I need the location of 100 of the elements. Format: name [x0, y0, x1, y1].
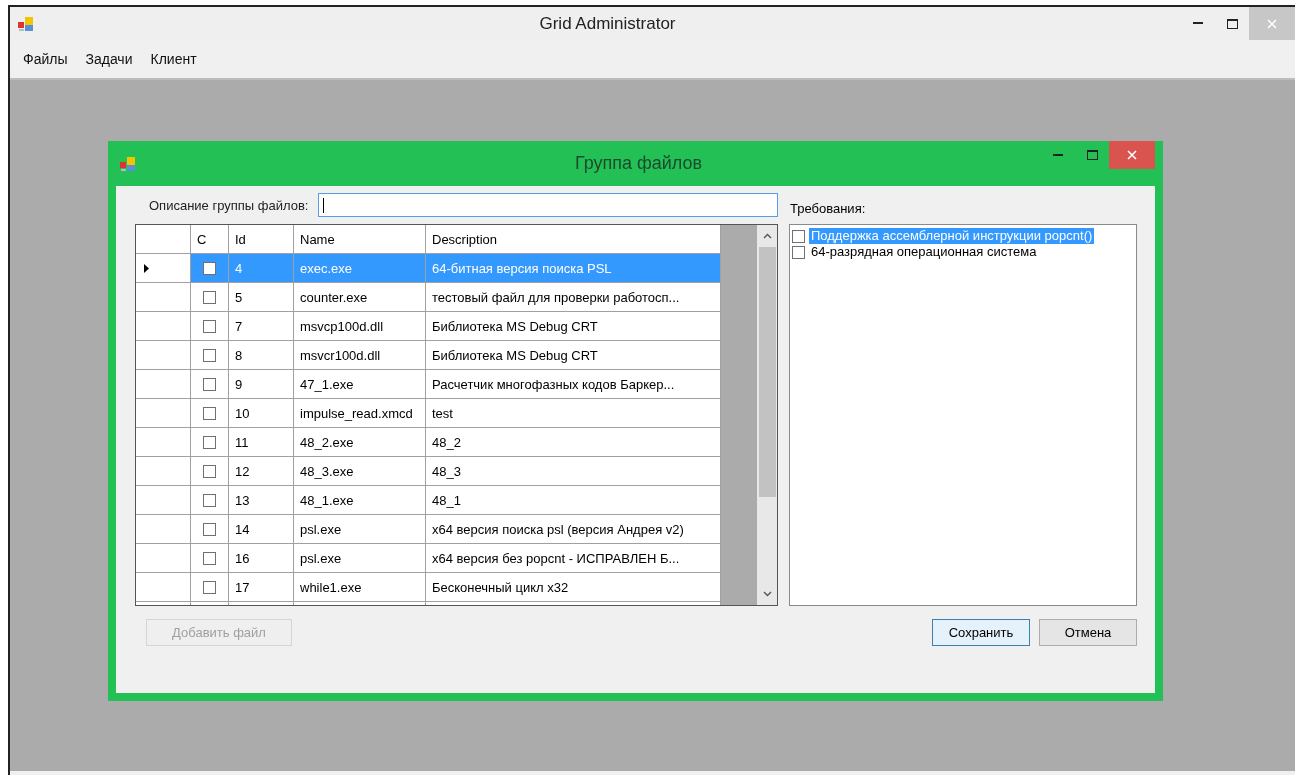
table-cell: x64 версия поиска psl (версия Андрея v2)	[426, 515, 721, 544]
field-label: Описание группы файлов:	[149, 197, 309, 213]
checkbox[interactable]	[203, 406, 216, 420]
table-cell: 12	[229, 457, 294, 486]
checkbox[interactable]	[203, 580, 216, 594]
table-cell: 5	[229, 283, 294, 312]
row-header[interactable]	[136, 457, 191, 486]
table-cell: 16	[229, 544, 294, 573]
list-item[interactable]: 64-разрядная операционная система	[809, 244, 1039, 260]
table-cell: 13	[229, 486, 294, 515]
table-cell: Библиотека MS Debug CRT	[426, 312, 721, 341]
table-cell: impulse_read.xmcd	[294, 399, 426, 428]
table-cell: test	[426, 399, 721, 428]
table-cell: 14	[229, 515, 294, 544]
table-cell: тестовый файл для проверки работосп...	[426, 283, 721, 312]
checkbox[interactable]	[792, 245, 805, 259]
table-row[interactable]: 10 impulse_read.xmcd test	[136, 399, 721, 428]
table-cell: x64 версия без popcnt - ИСПРАВЛЕН Б...	[426, 544, 721, 573]
table-cell: 10	[229, 399, 294, 428]
checkbox[interactable]	[203, 261, 216, 275]
checkbox[interactable]	[203, 377, 216, 391]
table-cell: 48_2.exe	[294, 428, 426, 457]
checkbox[interactable]	[203, 522, 216, 536]
scroll-up-icon[interactable]	[763, 233, 772, 239]
column-header[interactable]: Description	[426, 225, 721, 254]
minimize-icon	[1053, 153, 1063, 157]
column-header[interactable]: C	[191, 225, 229, 254]
row-header[interactable]	[136, 312, 191, 341]
table-cell: psl.exe	[294, 544, 426, 573]
checkbox[interactable]	[203, 290, 216, 304]
table-row[interactable]: 12 48_3.exe 48_3	[136, 457, 721, 486]
row-header[interactable]	[136, 486, 191, 515]
table-cell: 11	[229, 428, 294, 457]
minimize-icon	[1193, 22, 1203, 25]
table-cell: 47_1.exe	[294, 370, 426, 399]
checkbox[interactable]	[792, 229, 805, 243]
checkbox[interactable]	[203, 551, 216, 565]
table-cell: Библиотека MS Debug CRT	[426, 341, 721, 370]
checkbox[interactable]	[203, 348, 216, 362]
table-cell: 8	[229, 341, 294, 370]
checkbox[interactable]	[203, 493, 216, 507]
dialog-button[interactable]: Сохранить	[932, 619, 1030, 646]
checkbox[interactable]	[203, 464, 216, 478]
table-row[interactable]: 8 msvcr100d.dll Библиотека MS Debug CRT	[136, 341, 721, 370]
table-cell: 9	[229, 370, 294, 399]
table-cell: 17	[229, 573, 294, 602]
table-cell: Расчетчик многофазных кодов Баркер...	[426, 370, 721, 399]
table-row[interactable]: 11 48_2.exe 48_2	[136, 428, 721, 457]
checkbox[interactable]	[203, 319, 216, 333]
table-cell: 48_3.exe	[294, 457, 426, 486]
row-header[interactable]	[136, 283, 191, 312]
table-cell: 48_1	[426, 486, 721, 515]
row-header[interactable]	[136, 428, 191, 457]
window-title: Grid Administrator	[538, 13, 677, 34]
table-row[interactable]: 16 psl.exe x64 версия без popcnt - ИСПРАВЛЕН Б...	[136, 544, 721, 573]
row-header[interactable]	[136, 370, 191, 399]
table-cell: exec.exe	[294, 254, 426, 283]
checkbox[interactable]	[203, 435, 216, 449]
table-cell: 4	[229, 254, 294, 283]
maximize-icon	[1086, 150, 1098, 160]
table-cell: while1.exe	[294, 573, 426, 602]
column-header[interactable]: Name	[294, 225, 426, 254]
table-cell: 7	[229, 312, 294, 341]
table-cell: msvcr100d.dll	[294, 341, 426, 370]
row-header[interactable]	[136, 341, 191, 370]
app-icon	[18, 15, 34, 32]
close-icon	[1127, 150, 1137, 160]
current-row-icon	[144, 263, 149, 273]
table-cell: 64-битная версия поиска PSL	[426, 254, 721, 283]
table-row[interactable]: 13 48_1.exe 48_1	[136, 486, 721, 515]
table-row[interactable]: 17 while1.exe Бесконечный цикл x32	[136, 573, 721, 602]
dialog-title: Группа файлов	[573, 153, 704, 174]
table-cell: counter.exe	[294, 283, 426, 312]
menu-item[interactable]: Файлы	[14, 51, 77, 67]
vertical-scrollbar[interactable]	[757, 225, 777, 605]
table-row[interactable]: 14 psl.exe x64 версия поиска psl (версия Андрея v2)	[136, 515, 721, 544]
menu-item[interactable]: Задачи	[76, 51, 142, 67]
table-cell: 48_3	[426, 457, 721, 486]
requirements-label: Требования:	[790, 201, 866, 216]
table-row[interactable]: 9 47_1.exe Расчетчик многофазных кодов Баркер...	[136, 370, 721, 399]
table-cell: 48_2	[426, 428, 721, 457]
table-row[interactable]: 5 counter.exe тестовый файл для проверки работосп...	[136, 283, 721, 312]
dialog-button[interactable]: Отмена	[1039, 619, 1137, 646]
menu-item[interactable]: Клиент	[141, 51, 206, 67]
column-header[interactable]: Id	[229, 225, 294, 254]
table-cell: 48_1.exe	[294, 486, 426, 515]
row-header[interactable]	[136, 573, 191, 602]
scroll-thumb[interactable]	[759, 247, 776, 497]
description-input[interactable]	[318, 193, 778, 217]
row-header[interactable]	[136, 254, 191, 283]
row-header[interactable]	[136, 399, 191, 428]
table-cell: msvcp100d.dll	[294, 312, 426, 341]
table-row[interactable]: 7 msvcp100d.dll Библиотека MS Debug CRT	[136, 312, 721, 341]
scroll-down-icon[interactable]	[763, 591, 772, 597]
table-cell: Бесконечный цикл x32	[426, 573, 721, 602]
table-cell: psl.exe	[294, 515, 426, 544]
maximize-icon	[1226, 18, 1238, 29]
app-icon	[120, 155, 136, 172]
row-header[interactable]	[136, 544, 191, 573]
row-header[interactable]	[136, 515, 191, 544]
